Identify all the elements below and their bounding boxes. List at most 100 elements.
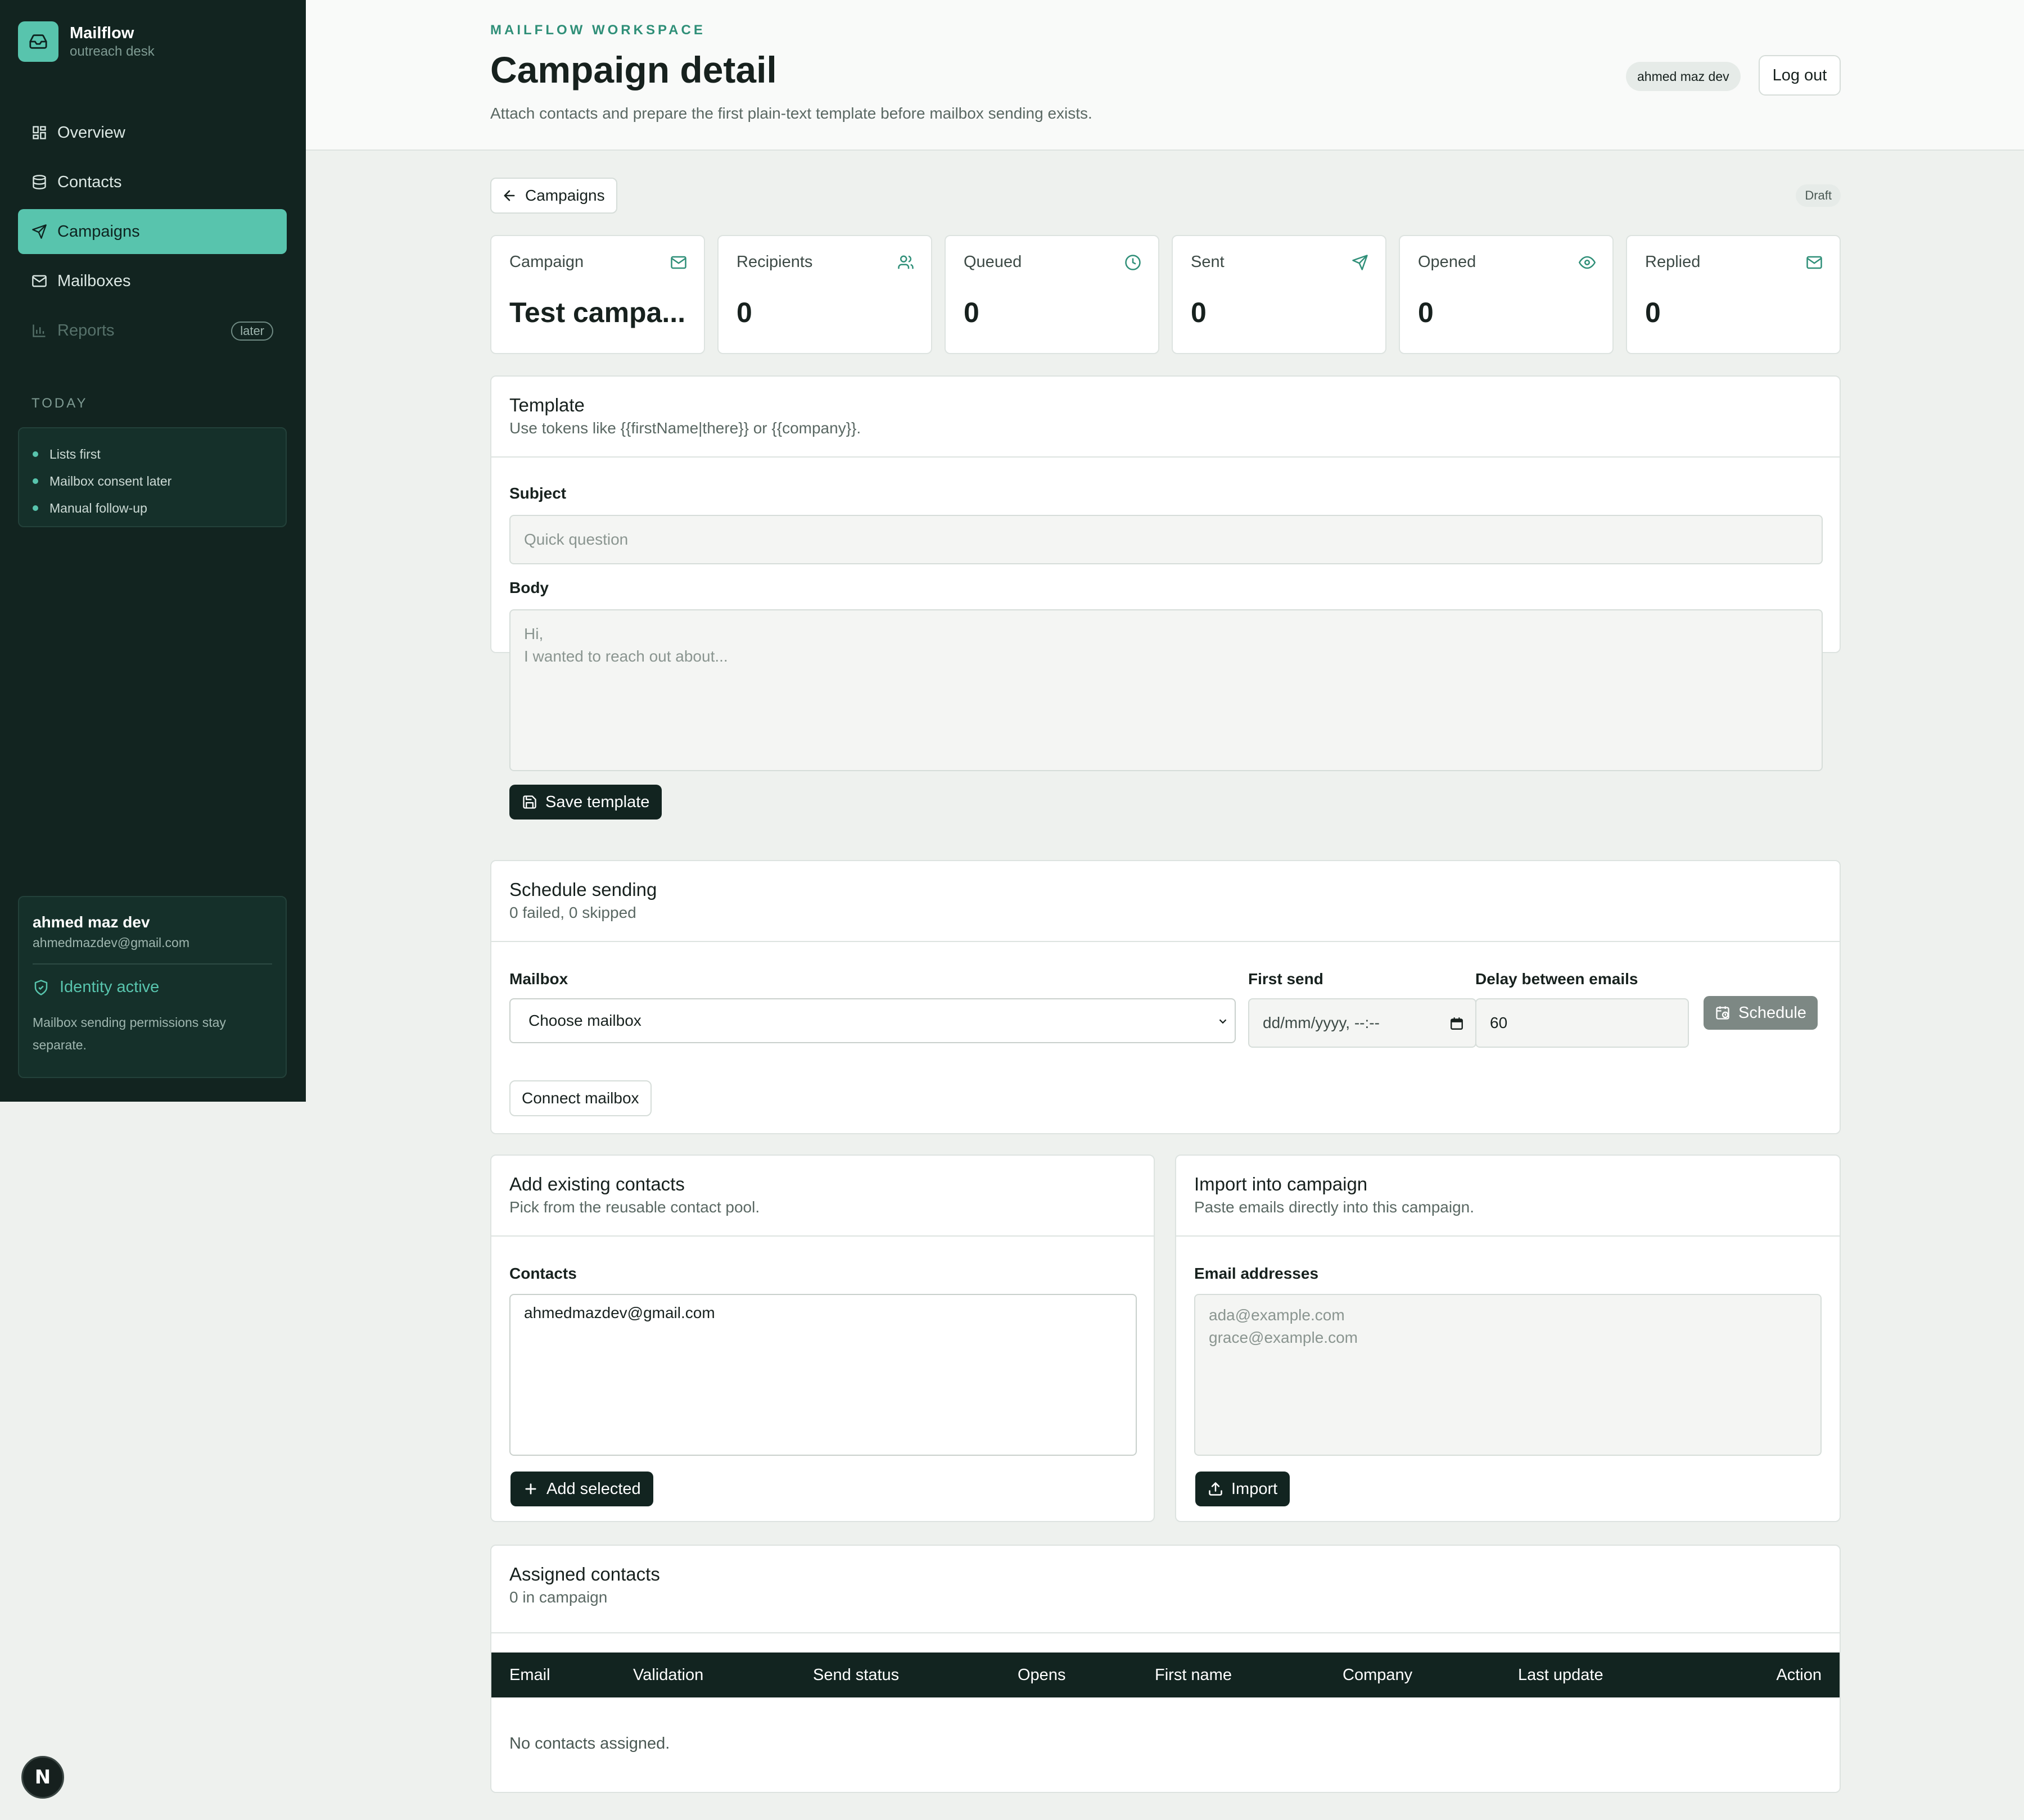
- page-title: Campaign detail: [490, 49, 777, 90]
- chevron-down-icon: [1219, 1019, 1227, 1024]
- sidebar-item-contacts[interactable]: Contacts: [18, 160, 287, 205]
- sidebar-item-label: Mailboxes: [57, 271, 131, 290]
- card-description: Use tokens like {{firstName|there}} or {…: [509, 419, 861, 437]
- add-selected-button[interactable]: Add selected: [510, 1472, 653, 1506]
- today-label: TODAY: [31, 396, 88, 411]
- page-subtitle: Attach contacts and prepare the first pl…: [490, 105, 1092, 122]
- status-badge: Draft: [1796, 184, 1841, 207]
- sidebar-item-reports: Reports later: [18, 308, 287, 353]
- sidebar-item-mailboxes[interactable]: Mailboxes: [18, 259, 287, 304]
- empty-state: No contacts assigned.: [509, 1735, 670, 1753]
- eye-icon: [1579, 256, 1596, 269]
- card-description: Paste emails directly into this campaign…: [1194, 1198, 1474, 1216]
- card-description: 0 failed, 0 skipped: [509, 904, 636, 921]
- first-send-input[interactable]: dd/mm/yyyy, --:--: [1248, 998, 1476, 1048]
- stat-queued: Queued 0: [945, 235, 1159, 354]
- import-card: Import into campaign Paste emails direct…: [1175, 1155, 1841, 1522]
- subject-input[interactable]: Quick question: [509, 515, 1823, 564]
- card-title: Template: [509, 395, 585, 415]
- column-header-first-name[interactable]: First name: [1155, 1653, 1232, 1697]
- column-header-send-status[interactable]: Send status: [813, 1653, 899, 1697]
- calendar-icon: [1451, 1017, 1463, 1030]
- logout-button[interactable]: Log out: [1759, 55, 1841, 96]
- email-addresses-textarea[interactable]: ada@example.com grace@example.com: [1194, 1294, 1822, 1456]
- stat-recipients: Recipients 0: [717, 235, 932, 354]
- clock-icon: [1125, 255, 1141, 270]
- user-card: ahmed maz dev ahmedmazdev@gmail.com Iden…: [18, 896, 287, 1078]
- divider: [491, 1632, 1840, 1633]
- email-addresses-label: Email addresses: [1194, 1265, 1319, 1282]
- card-description: 0 in campaign: [509, 1588, 608, 1606]
- later-badge: later: [231, 322, 273, 341]
- send-icon: [32, 224, 47, 239]
- card-title: Import into campaign: [1194, 1174, 1368, 1194]
- bar-chart-icon: [33, 324, 46, 337]
- user-chip: ahmed maz dev: [1626, 62, 1741, 91]
- workspace-eyebrow: MAILFLOW WORKSPACE: [490, 22, 706, 38]
- schedule-card: Schedule sending 0 failed, 0 skipped Mai…: [490, 860, 1841, 1134]
- contacts-label: Contacts: [509, 1265, 577, 1282]
- identity-note: Mailbox sending permissions stay separat…: [33, 1015, 226, 1052]
- database-icon: [33, 175, 46, 189]
- bullet-dot: [33, 505, 38, 511]
- save-icon: [523, 795, 536, 809]
- column-header-validation[interactable]: Validation: [633, 1653, 703, 1697]
- delay-label: Delay between emails: [1475, 970, 1638, 988]
- brand-name: Mailflow: [70, 24, 134, 42]
- column-header-email[interactable]: Email: [509, 1653, 550, 1697]
- connect-mailbox-button[interactable]: Connect mailbox: [509, 1080, 652, 1116]
- users-icon: [898, 255, 914, 269]
- bullet-dot: [33, 451, 38, 457]
- sidebar-item-overview[interactable]: Overview: [18, 110, 287, 155]
- sidebar-item-label: Reports: [57, 321, 115, 339]
- brand-subtitle: outreach desk: [70, 44, 155, 59]
- assigned-contacts-card: Assigned contacts 0 in campaign Email Va…: [490, 1545, 1841, 1793]
- column-header-action[interactable]: Action: [1776, 1653, 1822, 1697]
- inbox-icon: [18, 21, 58, 62]
- mail-icon: [32, 275, 47, 287]
- contacts-multiselect[interactable]: ahmedmazdev@gmail.com: [509, 1294, 1137, 1456]
- column-header-last-update[interactable]: Last update: [1518, 1653, 1603, 1697]
- shield-check-icon: [34, 979, 48, 995]
- back-to-campaigns-button[interactable]: Campaigns: [490, 178, 617, 214]
- delay-input[interactable]: 60: [1475, 998, 1689, 1048]
- stat-campaign: Campaign Test campa...: [490, 235, 705, 354]
- stat-sent: Sent 0: [1172, 235, 1386, 354]
- sidebar-nav: Overview Contacts Campaigns Mailboxes Re…: [18, 110, 287, 357]
- identity-status: Identity active: [33, 978, 272, 997]
- import-button[interactable]: Import: [1195, 1472, 1290, 1506]
- add-contacts-card: Add existing contacts Pick from the reus…: [490, 1155, 1155, 1522]
- column-header-company[interactable]: Company: [1343, 1653, 1412, 1697]
- arrow-left-icon: [504, 190, 515, 201]
- card-title: Add existing contacts: [509, 1174, 685, 1194]
- bullet-dot: [33, 478, 38, 484]
- plus-icon: [525, 1483, 536, 1495]
- stat-opened: Opened 0: [1399, 235, 1614, 354]
- dev-tools-badge[interactable]: N: [21, 1756, 64, 1799]
- column-header-opens[interactable]: Opens: [1018, 1653, 1065, 1697]
- save-template-button[interactable]: Save template: [509, 785, 662, 820]
- table-header: Email Validation Send status Opens First…: [491, 1653, 1840, 1697]
- grid-icon: [33, 126, 46, 139]
- sidebar-item-campaigns[interactable]: Campaigns: [18, 209, 287, 254]
- sidebar-item-label: Contacts: [57, 173, 122, 191]
- first-send-label: First send: [1248, 970, 1323, 988]
- upload-icon: [1209, 1482, 1222, 1496]
- list-item: Lists first: [33, 441, 272, 468]
- body-label: Body: [509, 579, 549, 596]
- divider: [33, 963, 272, 965]
- contact-option[interactable]: ahmedmazdev@gmail.com: [524, 1304, 1122, 1322]
- card-title: Schedule sending: [509, 879, 657, 900]
- body-textarea[interactable]: Hi, I wanted to reach out about...: [509, 609, 1823, 771]
- brand[interactable]: Mailflow outreach desk: [18, 21, 155, 62]
- list-item: Mailbox consent later: [33, 468, 272, 495]
- sidebar-item-label: Campaigns: [57, 222, 140, 241]
- stat-replied: Replied 0: [1626, 235, 1841, 354]
- today-list: Lists first Mailbox consent later Manual…: [18, 427, 287, 527]
- mail-icon: [1806, 256, 1822, 269]
- card-title: Assigned contacts: [509, 1564, 660, 1584]
- schedule-button[interactable]: Schedule: [1704, 996, 1818, 1030]
- list-item: Manual follow-up: [33, 495, 272, 522]
- user-name: ahmed maz dev: [33, 913, 150, 931]
- mailbox-select[interactable]: Choose mailbox: [509, 998, 1236, 1043]
